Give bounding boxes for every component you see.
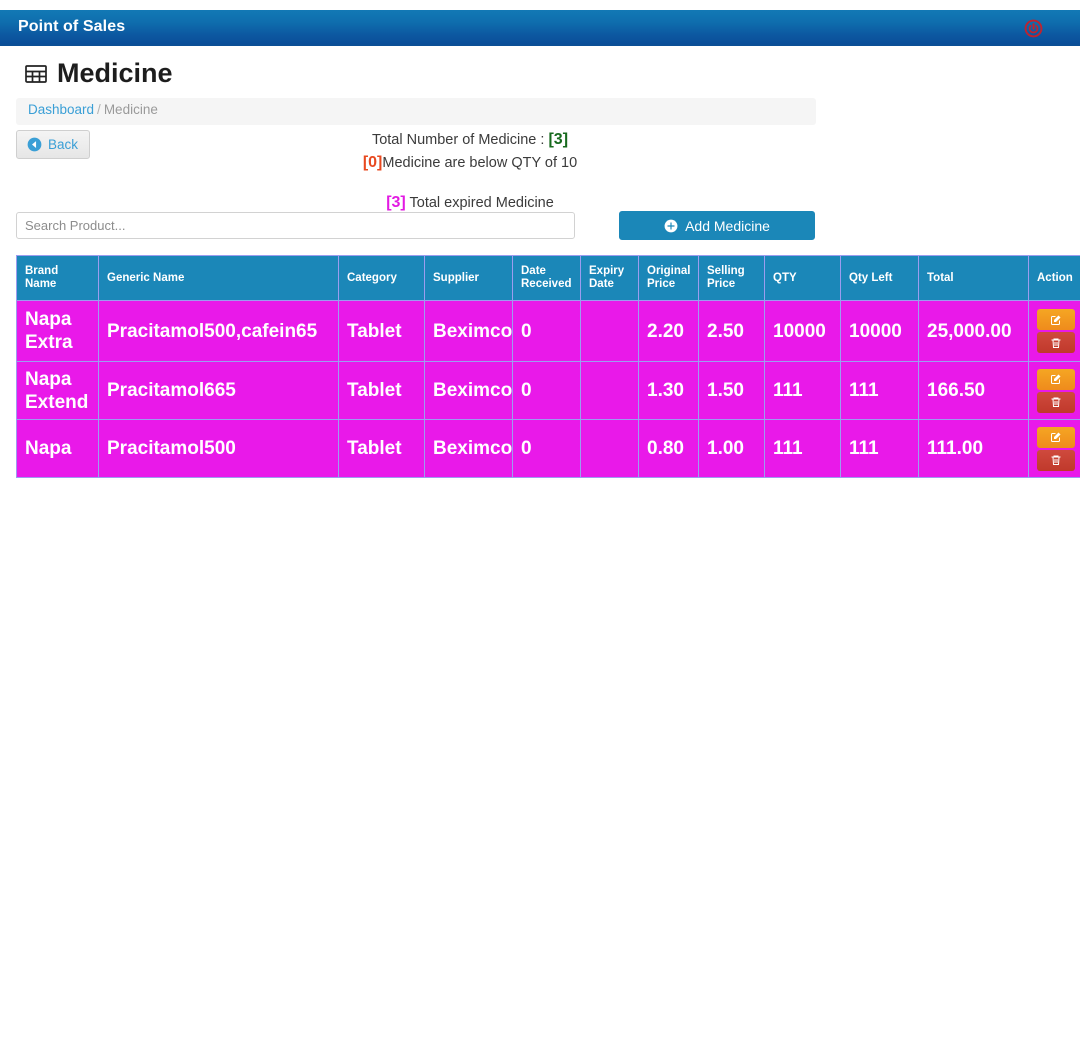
stat-low-label: Medicine are below QTY of 10 [382, 155, 578, 171]
row-action-group [1037, 368, 1078, 413]
table-body: Napa Extra Pracitamol500,cafein65 Tablet… [16, 300, 1080, 478]
cell-original-price: 1.30 [638, 361, 699, 420]
edit-row-button[interactable] [1037, 309, 1075, 330]
cell-original-price: 0.80 [638, 419, 699, 478]
top-navbar: Point of Sales [0, 10, 1080, 46]
power-icon[interactable] [1024, 19, 1043, 38]
cell-qty-left: 10000 [840, 300, 919, 362]
cell-qty: 111 [764, 361, 841, 420]
row-action-group [1037, 309, 1078, 353]
cell-expiry-date [580, 419, 639, 478]
column-header-qty[interactable]: QTY [764, 255, 841, 301]
table-row: Napa Extra Pracitamol500,cafein65 Tablet… [16, 300, 1080, 362]
row-action-group [1037, 426, 1078, 471]
cell-supplier: Beximco [424, 300, 513, 362]
cell-selling-price: 2.50 [698, 300, 765, 362]
cell-date-received: 0 [512, 300, 581, 362]
cell-qty: 111 [764, 419, 841, 478]
pencil-square-icon [1050, 431, 1062, 443]
cell-generic-name: Pracitamol500 [98, 419, 339, 478]
stat-expired-label: Total expired Medicine [405, 195, 554, 211]
cell-expiry-date [580, 300, 639, 362]
cell-brand-name: Napa Extend [16, 361, 99, 420]
column-header-generic-name[interactable]: Generic Name [98, 255, 339, 301]
table-row: Napa Pracitamol500 Tablet Beximco 0 0.80… [16, 419, 1080, 478]
add-medicine-button[interactable]: Add Medicine [619, 211, 815, 240]
column-header-supplier[interactable]: Supplier [424, 255, 513, 301]
cell-date-received: 0 [512, 361, 581, 420]
cell-total: 111.00 [918, 419, 1029, 478]
cell-date-received: 0 [512, 419, 581, 478]
stat-total-medicine: Total Number of Medicine : [3] [240, 129, 700, 151]
cell-supplier: Beximco [424, 419, 513, 478]
cell-action [1028, 419, 1080, 478]
cell-brand-name: Napa [16, 419, 99, 478]
pencil-square-icon [1050, 373, 1062, 385]
column-header-expiry-date[interactable]: Expiry Date [580, 255, 639, 301]
cell-total: 166.50 [918, 361, 1029, 420]
column-header-selling-price[interactable]: Selling Price [698, 255, 765, 301]
search-input[interactable] [16, 212, 575, 239]
breadcrumb-separator: / [97, 102, 101, 117]
cell-generic-name: Pracitamol665 [98, 361, 339, 420]
pencil-square-icon [1050, 314, 1062, 326]
column-header-original-price[interactable]: Original Price [638, 255, 699, 301]
cell-original-price: 2.20 [638, 300, 699, 362]
breadcrumb-current: Medicine [103, 102, 158, 117]
cell-category: Tablet [338, 419, 425, 478]
cell-category: Tablet [338, 300, 425, 362]
column-header-action: Action [1028, 255, 1080, 301]
breadcrumb-link-dashboard[interactable]: Dashboard [28, 102, 94, 117]
column-header-date-received[interactable]: Date Received [512, 255, 581, 301]
cell-total: 25,000.00 [918, 300, 1029, 362]
cell-brand-name: Napa Extra [16, 300, 99, 362]
trash-icon [1050, 337, 1062, 349]
cell-selling-price: 1.50 [698, 361, 765, 420]
medicine-table: Brand Name Generic Name Category Supplie… [16, 255, 1080, 478]
page-header: Medicine [24, 60, 173, 87]
cell-category: Tablet [338, 361, 425, 420]
cell-qty-left: 111 [840, 361, 919, 420]
column-header-category[interactable]: Category [338, 255, 425, 301]
stat-low-qty: [0]Medicine are below QTY of 10 [240, 152, 700, 174]
table-header: Brand Name Generic Name Category Supplie… [16, 255, 1080, 301]
stat-expired-count: [3] [386, 194, 406, 211]
app-brand-title: Point of Sales [18, 18, 126, 35]
add-medicine-label: Add Medicine [685, 217, 770, 234]
edit-row-button[interactable] [1037, 368, 1075, 390]
trash-icon [1050, 396, 1062, 408]
cell-action [1028, 300, 1080, 362]
cell-qty: 10000 [764, 300, 841, 362]
cell-selling-price: 1.00 [698, 419, 765, 478]
stat-low-count: [0] [362, 154, 383, 171]
breadcrumb: Dashboard / Medicine [16, 98, 816, 125]
delete-row-button[interactable] [1037, 449, 1075, 471]
arrow-circle-left-icon [27, 137, 42, 152]
cell-qty-left: 111 [840, 419, 919, 478]
trash-icon [1050, 454, 1062, 466]
delete-row-button[interactable] [1037, 391, 1075, 413]
edit-row-button[interactable] [1037, 426, 1075, 448]
plus-circle-icon [664, 219, 678, 233]
medicine-table-container: Brand Name Generic Name Category Supplie… [16, 255, 1080, 478]
column-header-brand-name[interactable]: Brand Name [16, 255, 99, 301]
back-button[interactable]: Back [16, 130, 91, 159]
cell-generic-name: Pracitamol500,cafein65 [98, 300, 339, 362]
stats-summary: Total Number of Medicine : [3] [0]Medici… [240, 129, 700, 214]
column-header-total[interactable]: Total [918, 255, 1029, 301]
column-header-qty-left[interactable]: Qty Left [840, 255, 919, 301]
cell-expiry-date [580, 361, 639, 420]
cell-supplier: Beximco [424, 361, 513, 420]
page-title: Medicine [57, 58, 173, 88]
table-grid-icon [24, 62, 48, 86]
table-header-row: Brand Name Generic Name Category Supplie… [16, 255, 1080, 301]
stat-total-count: [3] [548, 131, 569, 148]
table-row: Napa Extend Pracitamol665 Tablet Beximco… [16, 361, 1080, 420]
delete-row-button[interactable] [1037, 332, 1075, 353]
cell-action [1028, 361, 1080, 420]
stat-total-label: Total Number of Medicine : [371, 132, 549, 148]
back-button-label: Back [48, 137, 79, 152]
